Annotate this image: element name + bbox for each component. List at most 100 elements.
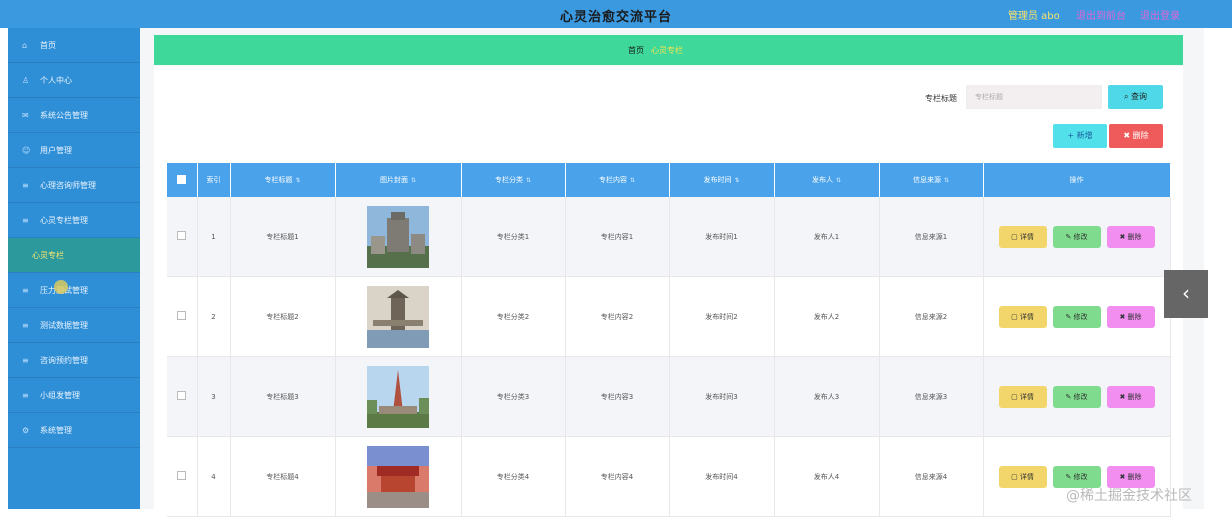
sidebar-item-counselor[interactable]: ≡ 心理咨询师管理 [8, 168, 140, 203]
cover-image [367, 205, 429, 268]
sidebar-item-label: 小组发管理 [40, 390, 80, 400]
row-cover [335, 197, 462, 277]
row-category: 专栏分类1 [461, 197, 566, 277]
row-author: 发布人1 [774, 197, 880, 277]
row-cover [335, 276, 462, 357]
logout-link[interactable]: 退出登录 [1140, 7, 1180, 22]
front-link[interactable]: 退出到前台 [1076, 7, 1126, 22]
row-index: 1 [197, 197, 231, 277]
remove-button[interactable]: ✖ 删除 [1106, 225, 1155, 248]
plus-icon: + [1067, 131, 1077, 140]
row-time: 发布时间3 [669, 356, 775, 437]
breadcrumb-home[interactable]: 首页 [628, 45, 644, 56]
row-cover [335, 436, 462, 517]
sort-icon[interactable]: ⇅ [836, 177, 841, 184]
row-content: 专栏内容3 [565, 356, 670, 437]
row-time: 发布时间4 [669, 436, 775, 517]
row-title: 专栏标题2 [230, 276, 336, 357]
sort-icon[interactable]: ⇅ [526, 177, 531, 184]
mouse-cursor [54, 280, 68, 294]
sidebar-item-test-data[interactable]: ≡ 测试数据管理 [8, 308, 140, 343]
breadcrumb-current: 心灵专栏 [651, 46, 683, 55]
header-category[interactable]: 专栏分类 ⇅ [461, 163, 566, 197]
sidebar-item-appointment[interactable]: ≡ 咨询预约管理 [8, 343, 140, 378]
search-button[interactable]: ⌕ 查询 [1108, 85, 1163, 109]
sidebar-item-label: 心理咨询师管理 [40, 180, 96, 190]
trash-icon: ✖ [1123, 131, 1133, 140]
chevron-left-icon[interactable]: ‹ [1164, 270, 1208, 318]
sidebar-item-label: 用户管理 [40, 145, 72, 155]
edit-button[interactable]: ✎ 修改 [1052, 225, 1101, 248]
gear-icon: ⚙ [22, 425, 30, 435]
sidebar-item-label: 个人中心 [40, 75, 72, 85]
row-content: 专栏内容1 [565, 197, 670, 277]
remove-button[interactable]: ✖ 删除 [1106, 385, 1155, 408]
detail-button[interactable]: ▢ 详情 [998, 465, 1047, 488]
sidebar-item-profile[interactable]: ♙ 个人中心 [8, 63, 140, 98]
sidebar-item-stress-test[interactable]: ≡压力测试管理 [8, 273, 140, 308]
remove-button[interactable]: ✖ 删除 [1106, 305, 1155, 328]
row-title: 专栏标题1 [230, 197, 336, 277]
sidebar: ⌂ 首页 ♙ 个人中心 ✉ 系统公告管理 ☺ 用户管理 ≡ 心理咨询师管理 ≡ 心灵专栏管理… [8, 28, 140, 509]
detail-icon: ▢ [1011, 392, 1020, 401]
add-button[interactable]: + 新增 [1053, 124, 1107, 148]
sidebar-subitem-column[interactable]: 心灵专栏 [8, 238, 140, 273]
sidebar-item-home[interactable]: ⌂ 首页 [8, 28, 140, 63]
sort-icon[interactable]: ⇅ [295, 177, 300, 184]
row-content: 专栏内容2 [565, 276, 670, 357]
edit-button[interactable]: ✎ 修改 [1052, 385, 1101, 408]
top-bar: 心灵治愈交流平台 管理员 abo 退出到前台 退出登录 [0, 0, 1232, 28]
sidebar-item-label: 系统管理 [40, 425, 72, 435]
sort-icon[interactable]: ⇅ [734, 177, 739, 184]
detail-button[interactable]: ▢ 详情 [998, 305, 1047, 328]
sort-icon[interactable]: ⇅ [411, 177, 416, 184]
row-source: 信息来源2 [879, 276, 984, 357]
sidebar-item-label: 心灵专栏管理 [40, 215, 88, 225]
sort-icon[interactable]: ⇅ [630, 177, 635, 184]
row-checkbox[interactable] [167, 276, 198, 357]
sidebar-item-column-mgmt[interactable]: ≡ 心灵专栏管理 [8, 203, 140, 238]
header-content[interactable]: 专栏内容 ⇅ [565, 163, 670, 197]
list-icon: ≡ [22, 215, 29, 225]
row-author: 发布人2 [774, 276, 880, 357]
sidebar-item-group[interactable]: ≡ 小组发管理 [8, 378, 140, 413]
detail-icon: ▢ [1011, 312, 1020, 321]
row-checkbox[interactable] [167, 436, 198, 517]
edit-icon: ✎ [1065, 472, 1074, 481]
table-header-row: 索引 专栏标题 ⇅ 图片封面 ⇅ 专栏分类 ⇅ 专栏内容 ⇅ 发布时间 ⇅ 发布人 ⇅ 信息… [167, 163, 1171, 197]
row-actions: ▢ 详情 ✎ 修改 ✖ 删除 [983, 197, 1171, 277]
list-icon: ≡ [22, 320, 29, 330]
row-category: 专栏分类3 [461, 356, 566, 437]
row-checkbox[interactable] [167, 356, 198, 437]
trash-icon: ✖ [1119, 312, 1128, 321]
header-source[interactable]: 信息来源 ⇅ [879, 163, 984, 197]
detail-icon: ▢ [1011, 472, 1020, 481]
sidebar-item-users[interactable]: ☺ 用户管理 [8, 133, 140, 168]
edit-icon: ✎ [1065, 312, 1074, 321]
sidebar-item-label: 咨询预约管理 [40, 355, 88, 365]
table-row: 4 专栏标题4 专栏分类4 专栏内容4 发布时间4 发布人4 信息来源4 ▢ 详… [167, 436, 1171, 517]
row-actions: ▢ 详情 ✎ 修改 ✖ 删除 [983, 276, 1171, 357]
select-all-checkbox[interactable] [167, 163, 198, 197]
detail-button[interactable]: ▢ 详情 [998, 225, 1047, 248]
row-checkbox[interactable] [167, 197, 198, 277]
row-index: 4 [197, 436, 231, 517]
add-button-label: 新增 [1076, 131, 1093, 140]
edit-button[interactable]: ✎ 修改 [1052, 305, 1101, 328]
detail-button[interactable]: ▢ 详情 [998, 385, 1047, 408]
sidebar-item-notice[interactable]: ✉ 系统公告管理 [8, 98, 140, 133]
header-author[interactable]: 发布人 ⇅ [774, 163, 880, 197]
delete-button[interactable]: ✖ 删除 [1109, 124, 1163, 148]
row-time: 发布时间1 [669, 197, 775, 277]
person-icon: ♙ [22, 75, 30, 85]
search-input[interactable]: 专栏标题 [966, 85, 1102, 109]
header-cover[interactable]: 图片封面 ⇅ [335, 163, 462, 197]
header-title[interactable]: 专栏标题 ⇅ [230, 163, 336, 197]
header-time[interactable]: 发布时间 ⇅ [669, 163, 775, 197]
row-source: 信息来源4 [879, 436, 984, 517]
header-index: 索引 [197, 163, 231, 197]
sort-icon[interactable]: ⇅ [944, 177, 949, 184]
list-icon: ≡ [22, 285, 29, 295]
sidebar-item-system[interactable]: ⚙ 系统管理 [8, 413, 140, 448]
watermark: @稀土掘金技术社区 [1066, 488, 1192, 504]
